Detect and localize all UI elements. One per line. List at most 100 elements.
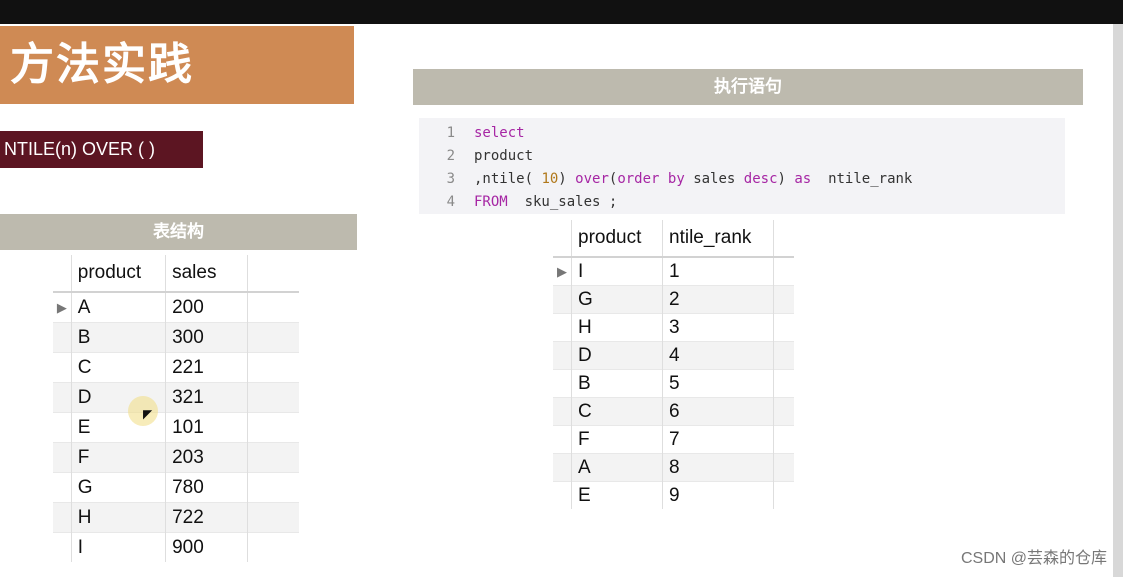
table-row[interactable]: D4	[553, 341, 794, 370]
empty-column-cell	[773, 425, 794, 454]
table-row[interactable]: F 203	[53, 442, 299, 473]
code-token: sales	[684, 171, 744, 187]
table-cell[interactable]: 101	[165, 412, 248, 443]
empty-column-cell	[773, 453, 794, 482]
table-cell[interactable]: E	[571, 481, 663, 509]
slide-title: 方法实践	[0, 26, 354, 104]
empty-column-cell	[247, 472, 299, 503]
table-header-row: product ntile_rank	[553, 220, 794, 258]
table-cell[interactable]: A	[571, 453, 663, 482]
result-table: product ntile_rank ▶ I 1 G 2 H 3 D 4 B 5 C 6 F 7 A 8 E 9	[553, 220, 794, 509]
table-cell[interactable]: 300	[165, 322, 248, 353]
code-token: over	[575, 171, 609, 187]
table-row[interactable]: E 101	[53, 412, 299, 443]
table-row[interactable]: F7	[553, 425, 794, 454]
table-cell[interactable]: H	[571, 313, 663, 342]
table-cell[interactable]: 8	[662, 453, 774, 482]
table-row[interactable]: H3	[553, 313, 794, 342]
table-cell[interactable]: A	[70, 291, 166, 323]
row-marker-cell	[53, 442, 72, 473]
code-token: )	[777, 171, 795, 187]
table-cell[interactable]: 203	[165, 442, 248, 473]
table-row[interactable]: ▶ I 1	[553, 256, 794, 286]
empty-column-cell	[247, 352, 299, 383]
table-cell[interactable]: B	[571, 369, 663, 398]
table-cell[interactable]: 221	[165, 352, 248, 383]
empty-column-cell	[773, 481, 794, 509]
table-cell[interactable]: H	[70, 502, 166, 533]
row-marker-cell	[53, 472, 72, 503]
table-cell[interactable]: 321	[165, 382, 248, 413]
table-cell[interactable]: G	[70, 472, 166, 503]
code-token: ,ntile(	[474, 171, 542, 187]
table-row[interactable]: ▶ A 200	[53, 291, 299, 323]
column-header-sales[interactable]: sales	[165, 255, 248, 293]
current-row-marker-icon: ▶	[53, 291, 72, 323]
table-cell[interactable]: 722	[165, 502, 248, 533]
table-row[interactable]: B5	[553, 369, 794, 398]
table-cell[interactable]: 3	[662, 313, 774, 342]
code-token: 10	[541, 171, 559, 187]
table-header-row: product sales	[53, 255, 299, 293]
source-table: product sales ▶ A 200 B 300 C 221 D 321 E 101 F 203 G 78…	[53, 255, 299, 562]
empty-column-cell	[247, 255, 299, 293]
table-cell[interactable]: B	[70, 322, 166, 353]
table-structure-header: 表结构	[0, 214, 357, 250]
row-marker-cell	[553, 425, 572, 454]
table-cell[interactable]: 6	[662, 397, 774, 426]
table-cell[interactable]: 1	[662, 256, 774, 286]
table-cell[interactable]: 900	[165, 532, 248, 562]
empty-column-cell	[773, 341, 794, 370]
table-cell[interactable]: F	[571, 425, 663, 454]
empty-column-cell	[773, 285, 794, 314]
table-row[interactable]: A8	[553, 453, 794, 482]
table-cell[interactable]: G	[571, 285, 663, 314]
table-cell[interactable]: 200	[165, 291, 248, 323]
row-marker-cell	[53, 382, 72, 413]
table-row[interactable]: B 300	[53, 322, 299, 353]
table-cell[interactable]: 7	[662, 425, 774, 454]
column-header-ntile_rank[interactable]: ntile_rank	[662, 220, 774, 258]
code-token: sku_sales ;	[507, 194, 618, 210]
column-header-product[interactable]: product	[70, 255, 166, 293]
table-row[interactable]: H 722	[53, 502, 299, 533]
table-cell[interactable]: I	[70, 532, 166, 562]
row-marker-cell	[53, 322, 72, 353]
table-row[interactable]: C6	[553, 397, 794, 426]
line-number: 4	[446, 194, 455, 210]
table-row[interactable]: G 780	[53, 472, 299, 503]
row-marker-cell	[553, 397, 572, 426]
code-token: product	[474, 148, 534, 164]
empty-column-cell	[247, 532, 299, 562]
row-marker-cell	[553, 313, 572, 342]
code-token: FROM	[474, 194, 508, 210]
table-cell[interactable]: C	[571, 397, 663, 426]
column-header-product[interactable]: product	[571, 220, 663, 258]
table-cell[interactable]: C	[70, 352, 166, 383]
table-row[interactable]: D 321	[53, 382, 299, 413]
table-row[interactable]: I 900	[53, 532, 299, 562]
table-cell[interactable]: 9	[662, 481, 774, 509]
table-cell[interactable]: 780	[165, 472, 248, 503]
table-row[interactable]: C 221	[53, 352, 299, 383]
table-cell[interactable]: 4	[662, 341, 774, 370]
table-cell[interactable]: 2	[662, 285, 774, 314]
line-number: 3	[446, 171, 455, 187]
table-cell[interactable]: 5	[662, 369, 774, 398]
code-token: select	[474, 125, 525, 141]
empty-column-cell	[773, 397, 794, 426]
table-row[interactable]: E9	[553, 481, 794, 509]
row-marker-cell	[553, 481, 572, 509]
table-cell[interactable]: F	[70, 442, 166, 473]
empty-column-cell	[247, 291, 299, 323]
table-row[interactable]: G2	[553, 285, 794, 314]
table-cell[interactable]: I	[571, 256, 663, 286]
row-marker-cell	[553, 453, 572, 482]
empty-column-cell	[247, 412, 299, 443]
function-label: NTILE(n) OVER ( )	[0, 131, 203, 168]
row-marker-cell	[53, 532, 72, 562]
table-cell[interactable]: D	[571, 341, 663, 370]
code-token: ntile_rank	[811, 171, 913, 187]
code-token: )	[558, 171, 576, 187]
